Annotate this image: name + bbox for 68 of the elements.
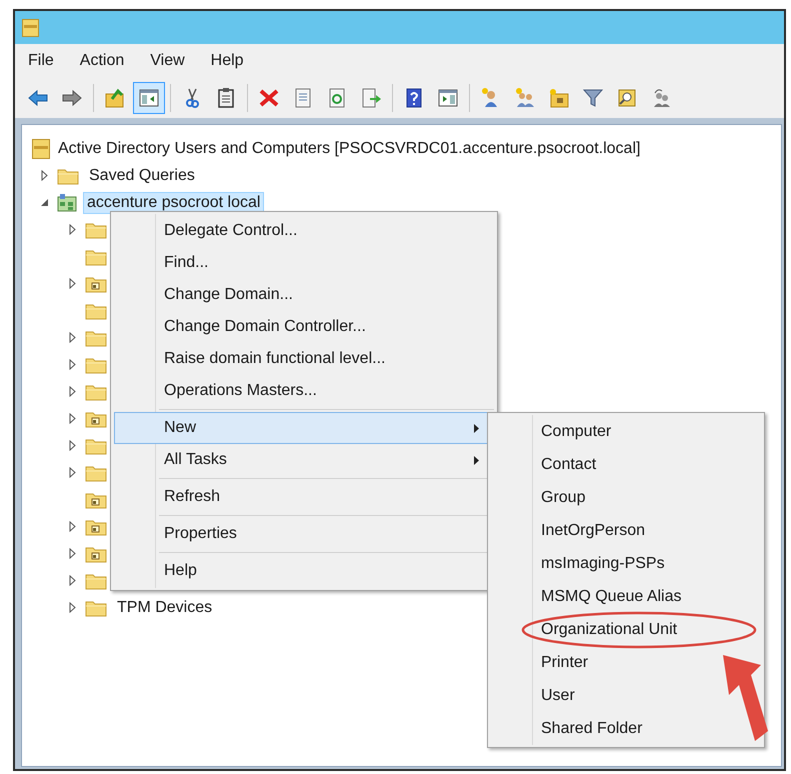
forward-arrow-icon (61, 87, 83, 109)
menu-item[interactable]: Raise domain functional level... (114, 343, 494, 375)
menu-item[interactable]: User (541, 684, 575, 708)
tree-item[interactable]: Saved Queries (85, 164, 199, 186)
console-tree-button[interactable] (133, 82, 165, 114)
expand-arrow-icon[interactable] (66, 224, 78, 235)
menu-item[interactable]: Contact (541, 452, 596, 476)
expand-arrow-icon[interactable] (38, 170, 50, 181)
filter-icon (582, 87, 604, 109)
menu-item[interactable]: Printer (541, 650, 588, 674)
folder-icon (85, 436, 107, 454)
action-pane-icon (437, 87, 459, 109)
folder-icon (57, 166, 79, 184)
folder-icon (85, 464, 107, 482)
delete-icon (258, 87, 280, 109)
new-folder-icon (548, 87, 570, 109)
app-icon (32, 138, 50, 158)
expand-arrow-icon[interactable] (66, 413, 78, 424)
menu-item[interactable]: Help (210, 49, 244, 73)
folder-icon (85, 382, 107, 400)
menu-item[interactable]: View (150, 49, 185, 73)
expand-arrow-icon[interactable] (66, 602, 78, 613)
tree-item[interactable]: TPM Devices (113, 596, 216, 618)
new-group-icon (514, 87, 536, 109)
container-folder-icon (85, 544, 107, 562)
folder-up-icon (104, 87, 126, 109)
container-folder-icon (85, 274, 107, 292)
tree-item[interactable]: Active Directory Users and Computers [PSOCSVRDC01.accenture.psocroot.local] (58, 136, 640, 160)
app-icon (22, 18, 39, 36)
menu-item[interactable]: Shared Folder (541, 716, 642, 740)
menu-item[interactable]: msImaging-PSPs (541, 552, 665, 576)
domain-icon (57, 194, 77, 212)
back-arrow-icon (27, 87, 49, 109)
container-folder-icon (85, 518, 107, 536)
export-icon (360, 87, 382, 109)
menu-item[interactable]: Find... (114, 247, 494, 279)
expand-arrow-icon[interactable] (66, 278, 78, 289)
folder-icon (85, 328, 107, 346)
menu-item[interactable]: File (28, 49, 54, 73)
folder-icon (85, 248, 107, 266)
menu-item[interactable]: Computer (541, 420, 612, 444)
container-folder-icon (85, 410, 107, 428)
expand-arrow-icon[interactable] (66, 548, 78, 559)
expand-arrow-icon[interactable] (66, 467, 78, 478)
folder-icon (85, 220, 107, 238)
console-tree-icon (138, 87, 160, 109)
expand-arrow-icon[interactable] (66, 575, 78, 586)
expand-arrow-icon[interactable] (66, 440, 78, 451)
expand-arrow-icon[interactable] (66, 521, 78, 532)
menu-item[interactable]: Delegate Control... (114, 215, 494, 247)
menu-item[interactable]: InetOrgPerson (541, 518, 646, 542)
tree-item[interactable]: accenture psocroot local (83, 192, 264, 214)
menu-item[interactable]: Change Domain... (114, 279, 494, 311)
expand-arrow-icon[interactable] (66, 386, 78, 397)
folder-icon (85, 356, 107, 374)
folder-icon (85, 572, 107, 590)
folder-icon (85, 598, 107, 616)
menu-item[interactable]: Group (541, 486, 586, 510)
collapse-arrow-icon[interactable] (38, 197, 50, 208)
menu-item[interactable]: Operations Masters... (114, 375, 494, 407)
menu-item[interactable]: Action (80, 49, 124, 73)
expand-arrow-icon[interactable] (66, 359, 78, 370)
menu-item[interactable]: Change Domain Controller... (114, 311, 494, 343)
find-icon (616, 87, 638, 109)
container-folder-icon (85, 490, 107, 508)
menu-item[interactable]: MSMQ Queue Alias (541, 584, 682, 608)
expand-arrow-icon[interactable] (66, 332, 78, 343)
folder-icon (85, 302, 107, 320)
